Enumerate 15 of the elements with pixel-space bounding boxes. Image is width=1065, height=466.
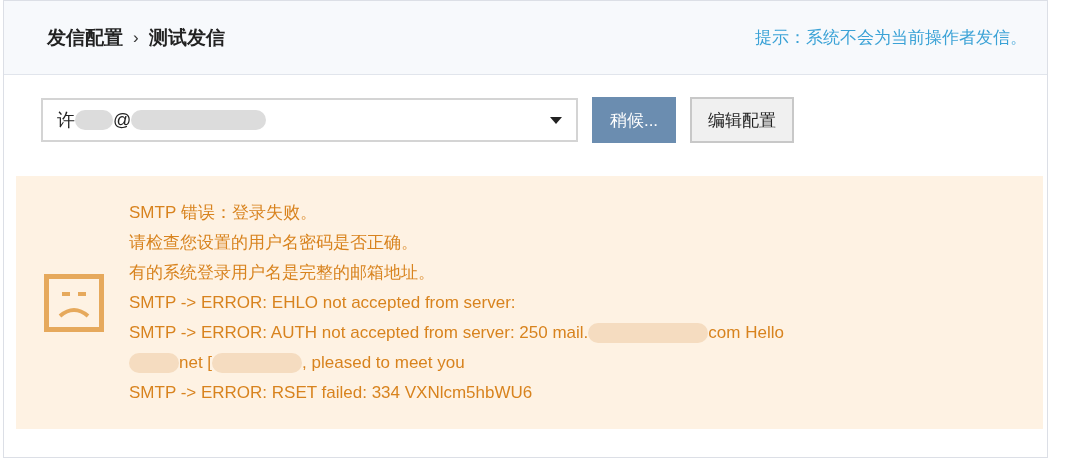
breadcrumb-item[interactable]: 发信配置 [47, 24, 123, 51]
error-line: 请检查您设置的用户名密码是否正确。 [129, 231, 419, 254]
sad-face-icon [44, 273, 104, 332]
breadcrumb-item[interactable]: 测试发信 [148, 24, 225, 51]
error-line: net [ , pleased to meet you [129, 347, 784, 378]
error-line: 有的系统登录用户名是完整的邮箱地址。 [129, 261, 436, 284]
error-line: SMTP -> ERROR: EHLO not accepted from server: [129, 291, 517, 314]
hint-text: 提示：系统不会为当前操作者发信。 [755, 27, 1027, 49]
error-line: SMTP 错误：登录失败。 [129, 201, 318, 224]
breadcrumb-separator: › [133, 27, 139, 48]
error-line: SMTP -> ERROR: AUTH not accepted from server: 250 mail. com Hello [129, 321, 784, 345]
caret-icon [550, 116, 562, 124]
edit-config-button[interactable]: 编辑配置 [690, 97, 794, 143]
error-line: SMTP -> ERROR: RSET failed: 334 VXNlcm5hbWU6 [129, 381, 534, 404]
sender-select[interactable]: 许 @ [41, 98, 578, 142]
